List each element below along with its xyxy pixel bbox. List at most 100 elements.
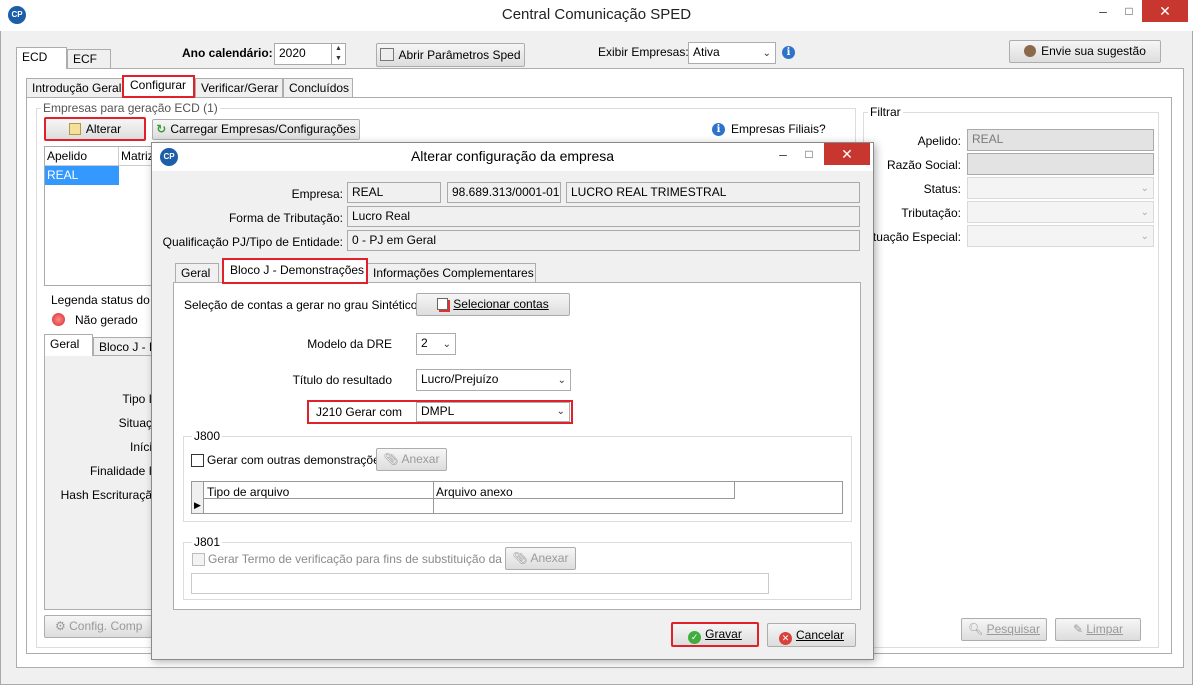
j801-file-field[interactable]: [191, 573, 769, 594]
tab-introducao[interactable]: Introdução Geral: [26, 78, 124, 98]
check-icon: ✓: [688, 631, 702, 644]
detail-situacao-label: Situaç: [118, 416, 152, 430]
nao-gerado-label: Não gerado: [75, 313, 138, 327]
col-matriz[interactable]: Matriz: [121, 149, 154, 163]
tab-verificar-gerar[interactable]: Verificar/Gerar: [195, 78, 283, 98]
filtro-status-label: Status:: [923, 182, 961, 196]
filtro-razao-label: Razão Social:: [886, 158, 961, 172]
empresa-label: Empresa:: [291, 187, 343, 201]
forma-field: Lucro Real: [347, 206, 860, 227]
tab-ecf[interactable]: ECF: [67, 49, 111, 69]
filtro-tributacao-select[interactable]: ⌄: [967, 201, 1154, 223]
j801-title: J801: [192, 535, 223, 549]
titulo-select[interactable]: Lucro/Prejuízo ⌄: [416, 369, 571, 391]
forma-label: Forma de Tributação:: [228, 211, 343, 225]
eraser-icon: ✎: [1072, 622, 1084, 636]
refresh-icon: ↻: [156, 122, 167, 136]
sugestao-button[interactable]: Envie sua sugestão: [1009, 40, 1161, 63]
user-icon: [1024, 45, 1037, 57]
detail-tab-bloco-j[interactable]: Bloco J - D: [93, 337, 158, 357]
j800-anexar-button[interactable]: 📎︎ Anexar: [376, 448, 447, 471]
document-icon: [380, 48, 395, 61]
j800-title: J800: [192, 429, 223, 443]
filtro-razao-input[interactable]: [967, 153, 1154, 175]
info-icon[interactable]: i: [782, 46, 795, 59]
limpar-button[interactable]: ✎ Limpar: [1055, 618, 1141, 641]
modelo-select[interactable]: 2 ⌄: [416, 333, 456, 355]
filtro-apelido-input[interactable]: REAL: [967, 129, 1154, 151]
col-tipo-arquivo[interactable]: Tipo de arquivo: [207, 485, 289, 499]
detail-inicio-label: Iníci: [129, 440, 152, 454]
maximize-button[interactable]: □: [1116, 0, 1142, 22]
dialog-tab-info-compl[interactable]: Informações Complementares: [367, 263, 536, 283]
tab-ecd[interactable]: ECD: [16, 47, 67, 69]
cancel-icon: ✕: [778, 632, 792, 645]
abrir-parametros-button[interactable]: Abrir Parâmetros Sped: [376, 43, 525, 67]
chevron-down-icon: ⌄: [556, 406, 565, 417]
exibir-label: Exibir Empresas:: [598, 45, 689, 59]
legenda-label: Legenda status do: [51, 293, 150, 307]
list-icon: [437, 298, 449, 310]
close-button[interactable]: ✕: [1142, 0, 1188, 22]
col-apelido[interactable]: Apelido: [47, 149, 87, 163]
j800-check-label: Gerar com outras demonstrações: [207, 453, 386, 467]
ano-spinner[interactable]: ▲ ▼: [331, 44, 345, 64]
gravar-button[interactable]: ✓ Gravar: [671, 622, 759, 647]
empresas-group-title: Empresas para geração ECD (1): [41, 101, 220, 115]
dialog-title: Alterar configuração da empresa: [410, 148, 615, 164]
filtro-tributacao-label: Tributação:: [901, 206, 961, 220]
dialog-close-button[interactable]: ✕: [824, 143, 870, 165]
cancelar-button[interactable]: ✕ Cancelar: [767, 623, 856, 647]
filtro-situacao-select[interactable]: ⌄: [967, 225, 1154, 247]
filtrar-title: Filtrar: [868, 105, 903, 119]
modelo-label: Modelo da DRE: [307, 337, 392, 351]
chevron-down-icon: ⌄: [442, 339, 451, 350]
j801-anexar-button[interactable]: 📎︎ Anexar: [505, 547, 576, 570]
chevron-down-icon: ⌄: [1140, 207, 1149, 218]
gear-icon: ⚙: [55, 619, 66, 633]
config-comp-button[interactable]: ⚙ Config. Comp: [44, 615, 156, 638]
minimize-button[interactable]: –: [1090, 0, 1116, 22]
qualif-field: 0 - PJ em Geral: [347, 230, 860, 251]
chevron-down-icon: ⌄: [762, 48, 771, 59]
dialog-maximize-button[interactable]: □: [796, 143, 822, 165]
filtro-apelido-label: Apelido:: [917, 134, 961, 148]
dialog-tab-geral[interactable]: Geral: [175, 263, 219, 283]
qualif-label: Qualificação PJ/Tipo de Entidade:: [162, 235, 343, 249]
filtro-situacao-label: ituação Especial:: [870, 230, 961, 244]
window-title: Central Comunicação SPED: [501, 6, 692, 23]
col-arquivo-anexo[interactable]: Arquivo anexo: [436, 485, 513, 499]
j801-checkbox[interactable]: [192, 553, 205, 566]
table-row[interactable]: REAL: [45, 166, 119, 185]
j801-check-label: Gerar Termo de verificação para fins de …: [208, 552, 531, 566]
filtro-status-select[interactable]: ⌄: [967, 177, 1154, 199]
selecao-label: Seleção de contas a gerar no grau Sintét…: [184, 298, 418, 312]
j210-select[interactable]: DMPL ⌄: [416, 402, 570, 422]
empresa-nome-field: REAL: [347, 182, 441, 203]
paperclip-icon: 📎︎: [383, 452, 399, 466]
empresa-cnpj-field: 98.689.313/0001-01: [447, 182, 561, 203]
detail-finalidade-label: Finalidade I: [89, 464, 152, 478]
j210-label: J210 Gerar com: [316, 405, 403, 419]
carregar-button[interactable]: ↻ Carregar Empresas/Configurações: [152, 119, 360, 140]
exibir-select[interactable]: Ativa ⌄: [688, 42, 776, 64]
search-icon: 🔍︎: [968, 622, 984, 636]
tab-configurar[interactable]: Configurar: [122, 75, 195, 98]
alterar-button[interactable]: Alterar: [44, 117, 146, 141]
detail-tipo-label: Tipo I: [122, 392, 152, 406]
filiais-label: Empresas Filiais?: [731, 122, 826, 136]
selecionar-contas-button[interactable]: Selecionar contas: [416, 293, 570, 316]
titulo-label: Título do resultado: [292, 373, 392, 387]
paperclip-icon: 📎︎: [512, 551, 528, 565]
dialog-tab-bloco-j[interactable]: Bloco J - Demonstrações: [222, 258, 368, 284]
dialog-minimize-button[interactable]: –: [770, 143, 796, 165]
tab-concluidos[interactable]: Concluídos: [283, 78, 353, 98]
detail-tab-geral[interactable]: Geral: [44, 334, 93, 356]
empresa-regime-field: LUCRO REAL TRIMESTRAL: [566, 182, 860, 203]
chevron-down-icon: ⌄: [1140, 231, 1149, 242]
pesquisar-button[interactable]: 🔍︎ Pesquisar: [961, 618, 1047, 641]
ano-label: Ano calendário:: [182, 46, 273, 60]
edit-icon: [68, 123, 81, 135]
filiais-info-icon[interactable]: i: [712, 123, 725, 136]
j800-checkbox[interactable]: [191, 454, 204, 467]
